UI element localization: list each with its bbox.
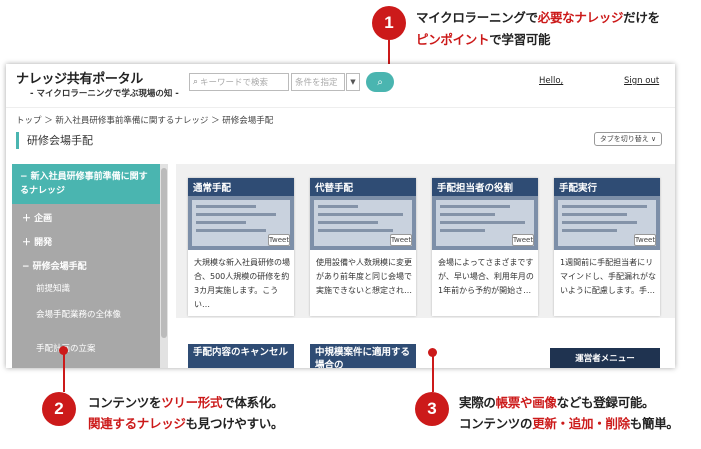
portal-logo[interactable]: ナレッジ共有ポータル - マイクロラーニングで学ぶ現場の知 - xyxy=(16,68,179,99)
sidebar-item-active[interactable]: − 新入社員研修事前準備に関するナレッジ xyxy=(12,164,160,204)
callout-2-line xyxy=(63,350,65,392)
card-text: 会場によってさまざまですが、早い場合、利用年月の1年前から予約が開始さ… xyxy=(438,258,534,295)
tweet-button[interactable]: Tweet xyxy=(268,234,290,246)
breadcrumb[interactable]: トップ ＞ 新入社員研修事前準備に関するナレッジ ＞ 研修会場手配 xyxy=(16,114,273,126)
sidebar-tree: − 新入社員研修事前準備に関するナレッジ ＋ 企画 ＋ 開発 − 研修会場手配 … xyxy=(12,164,160,368)
card-thumbnail: 手配担当者の役割 Tweet xyxy=(432,178,538,250)
tweet-button[interactable]: Tweet xyxy=(512,234,534,246)
sidebar-subitem[interactable]: 手配計画の立案 xyxy=(12,340,160,358)
card-text: 使用設備や人数規模に変更があり前年度と同じ会場で実施できないと想定され… xyxy=(316,258,412,295)
callout-badge-2: 2 xyxy=(42,392,76,426)
admin-menu-button[interactable]: 運営者メニュー xyxy=(550,348,660,368)
tweet-button[interactable]: Tweet xyxy=(390,234,412,246)
hello-link[interactable]: Hello, xyxy=(539,76,563,86)
search-button[interactable]: ⌕ xyxy=(366,72,394,92)
portal-header: ナレッジ共有ポータル - マイクロラーニングで学ぶ現場の知 - ⌕ キーワードで… xyxy=(6,64,675,108)
signout-link[interactable]: Sign out xyxy=(624,76,659,86)
sidebar-subitem[interactable]: 前提知識 xyxy=(12,280,160,298)
tweet-button[interactable]: Tweet xyxy=(634,234,656,246)
knowledge-card[interactable]: 手配内容のキャンセル xyxy=(188,344,294,368)
callout-2: 2 コンテンツをツリー形式で体系化。 関連するナレッジも見つけやすい。 xyxy=(42,392,284,434)
knowledge-card[interactable]: 手配実行 Tweet 1週間前に手配担当者にリマインドし、手配漏れがないように配… xyxy=(554,178,660,316)
sidebar-scroll-thumb[interactable] xyxy=(161,168,167,338)
chevron-down-icon[interactable]: ▼ xyxy=(346,73,360,91)
callout-1: 1 マイクロラーニングで必要なナレッジだけを ピンポイントで学習可能 xyxy=(372,6,660,51)
chevron-down-icon: ∨ xyxy=(648,135,657,143)
callout-3-line xyxy=(432,352,434,392)
callout-text-1: マイクロラーニングで必要なナレッジだけを ピンポイントで学習可能 xyxy=(416,10,660,47)
knowledge-card[interactable]: 代替手配 Tweet 使用設備や人数規模に変更があり前年度と同じ会場で実施できな… xyxy=(310,178,416,316)
knowledge-card[interactable]: 中規模案件に適用する場合の xyxy=(310,344,416,368)
card-thumbnail: 手配実行 Tweet xyxy=(554,178,660,250)
tab-switch-button[interactable]: タブを切り替え ∨ xyxy=(594,132,662,146)
knowledge-card[interactable]: 通常手配 Tweet 大規模な新入社員研修の場合、500人規模の研修を約3カ月実… xyxy=(188,178,294,316)
condition-select[interactable]: 条件を指定 xyxy=(291,73,345,91)
knowledge-card[interactable]: 手配担当者の役割 Tweet 会場によってさまざまですが、早い場合、利用年月の1… xyxy=(432,178,538,316)
callout-badge-1: 1 xyxy=(372,6,406,40)
callout-3: 3 実際の帳票や画像なども登録可能。 コンテンツの更新・追加・削除も簡単。 xyxy=(415,392,679,434)
card-text: 大規模な新入社員研修の場合、500人規模の研修を約3カ月実施します。こうい… xyxy=(194,258,290,309)
sidebar-item-development[interactable]: ＋ 開発 xyxy=(12,232,160,254)
callout-badge-3: 3 xyxy=(415,392,449,426)
callout-text-2: コンテンツをツリー形式で体系化。 関連するナレッジも見つけやすい。 xyxy=(88,395,284,431)
callout-2-dot xyxy=(59,346,68,355)
search-input[interactable]: ⌕ キーワードで検索 xyxy=(189,73,289,91)
card-text: 1週間前に手配担当者にリマインドし、手配漏れがないように配慮します。手… xyxy=(560,258,656,295)
callout-text-3: 実際の帳票や画像なども登録可能。 コンテンツの更新・追加・削除も簡単。 xyxy=(459,395,679,431)
search-icon: ⌕ xyxy=(193,77,199,87)
search-icon: ⌕ xyxy=(377,76,383,88)
sidebar-subitem[interactable]: 会場手配業務の全体像 xyxy=(12,306,160,324)
page-title: 研修会場手配 xyxy=(16,132,93,149)
sidebar-item-planning[interactable]: ＋ 企画 xyxy=(12,208,160,230)
card-thumbnail: 通常手配 Tweet xyxy=(188,178,294,250)
card-thumbnail: 代替手配 Tweet xyxy=(310,178,416,250)
portal-screenshot: ナレッジ共有ポータル - マイクロラーニングで学ぶ現場の知 - ⌕ キーワードで… xyxy=(6,64,675,368)
sidebar-item-venue[interactable]: − 研修会場手配 xyxy=(12,256,160,278)
